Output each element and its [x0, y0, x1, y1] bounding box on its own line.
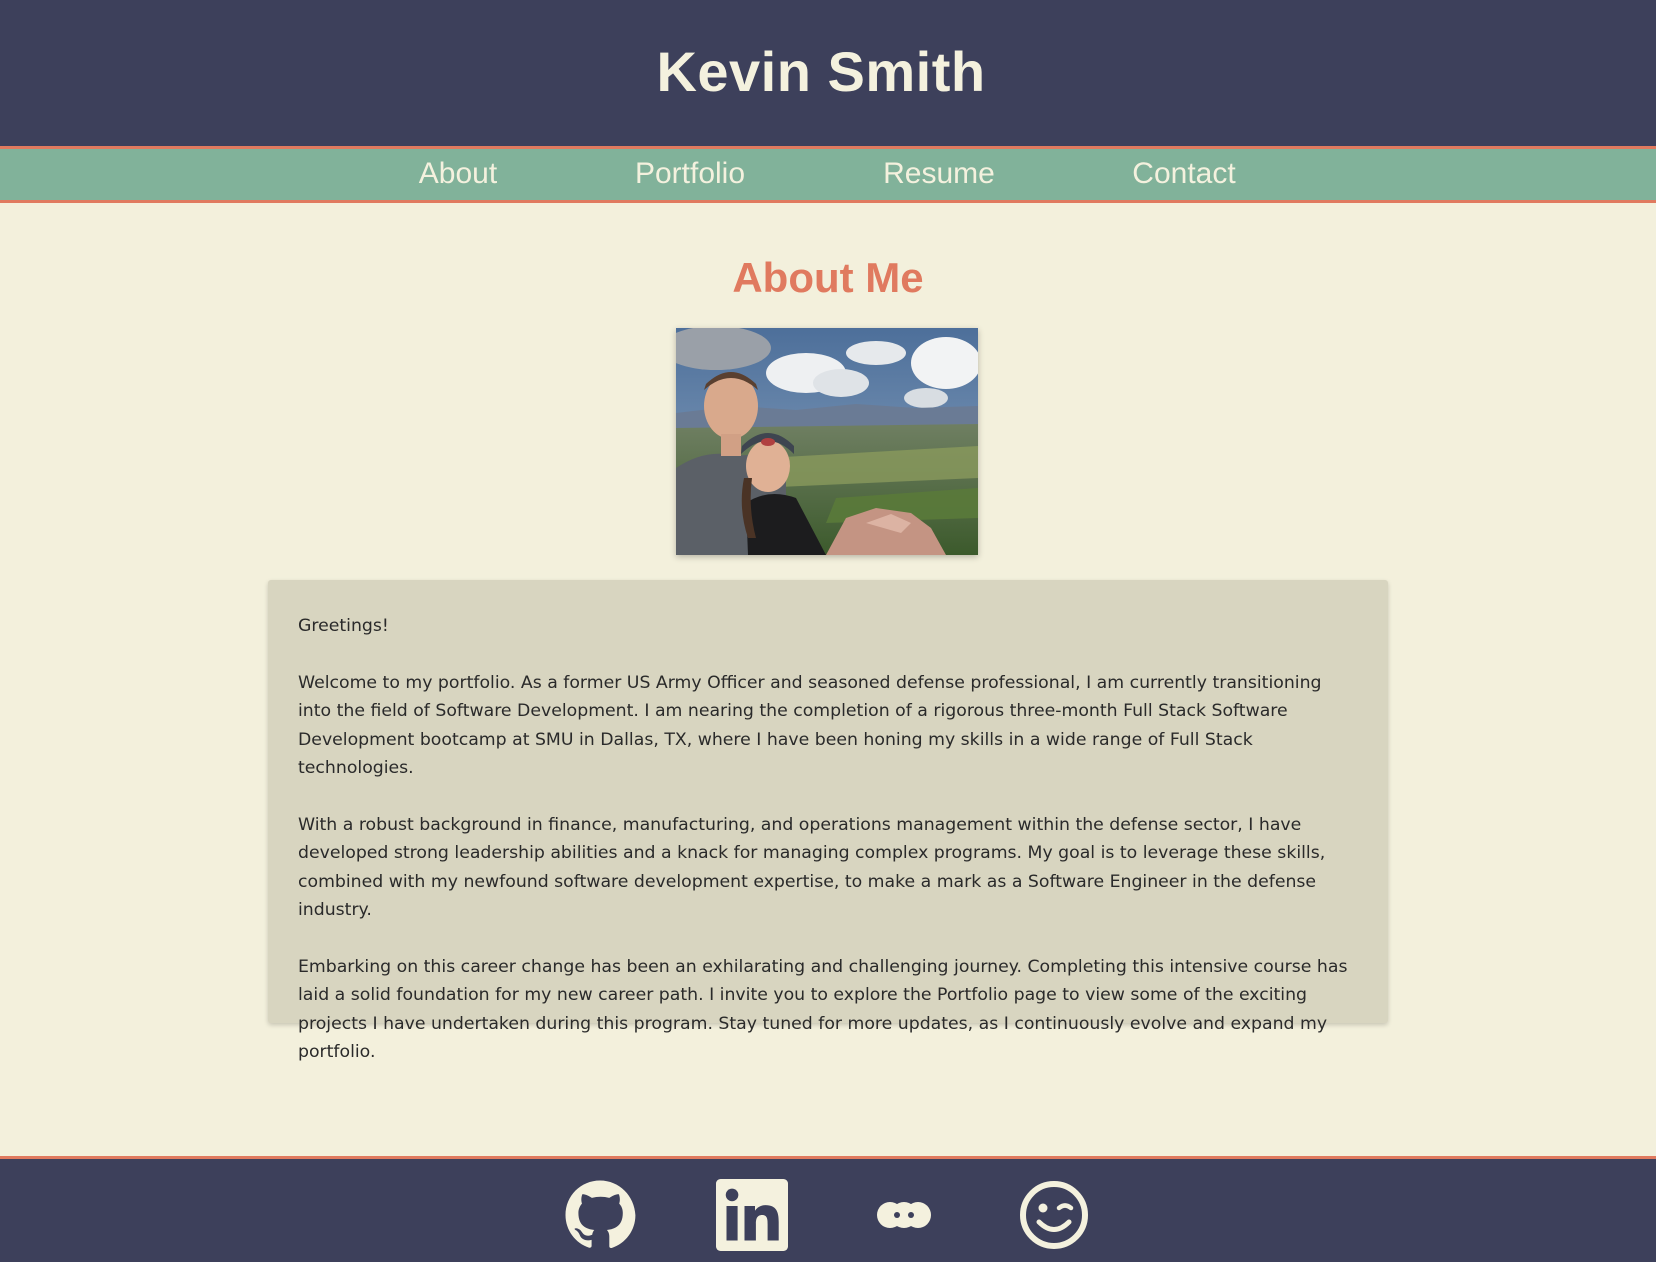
bio-paragraph: Embarking on this career change has been…	[298, 956, 1348, 1063]
profile-photo	[676, 328, 978, 555]
main-nav: About Portfolio Resume Contact	[0, 146, 1656, 203]
flickr-icon[interactable]	[868, 1179, 940, 1251]
site-title: Kevin Smith	[656, 39, 986, 103]
nav-link-about[interactable]: About	[419, 157, 497, 191]
bio-paragraph: Welcome to my portfolio. As a former US …	[298, 672, 1322, 779]
github-icon[interactable]	[564, 1179, 636, 1251]
nav-link-portfolio[interactable]: Portfolio	[635, 157, 745, 191]
nav-link-contact[interactable]: Contact	[1132, 157, 1235, 191]
site-header: Kevin Smith	[0, 0, 1656, 146]
site-footer	[0, 1156, 1656, 1262]
bio-card: Greetings! Welcome to my portfolio. As a…	[268, 580, 1388, 1062]
bio-paragraph: With a robust background in finance, man…	[298, 814, 1326, 921]
wink-smiley-icon[interactable]	[1018, 1179, 1090, 1251]
nav-link-resume[interactable]: Resume	[883, 157, 995, 191]
bio-paragraph: Greetings!	[298, 616, 389, 636]
section-title: About Me	[732, 254, 924, 301]
linkedin-icon[interactable]	[716, 1179, 788, 1251]
